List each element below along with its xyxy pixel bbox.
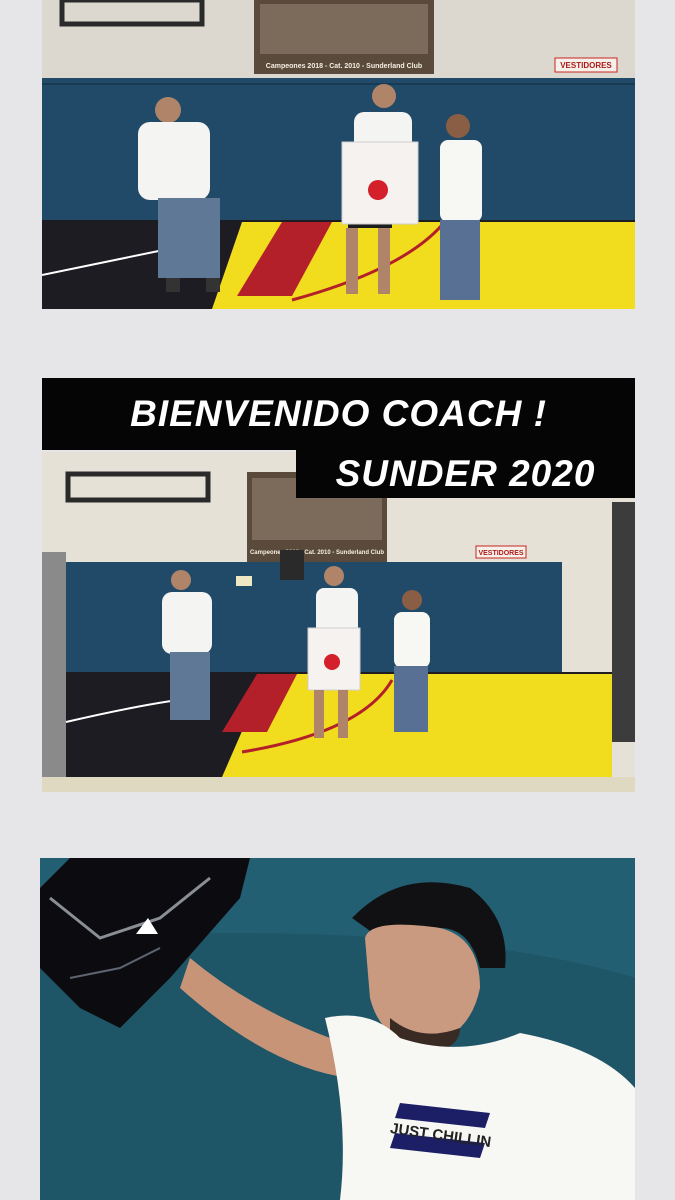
team-photo — [260, 4, 428, 54]
caption-line-2: SUNDER 2020 — [296, 450, 635, 498]
caption-line-2-text: SUNDER 2020 — [335, 453, 596, 494]
team-banner-text: Campeones 2018 - Cat. 2010 - Sunderland … — [250, 550, 384, 556]
photo-coach-welcome-stage: Campeones 2018 - Cat. 2010 - Sunderland … — [42, 0, 635, 309]
wall-padding — [42, 78, 635, 220]
caption-line-1: BIENVENIDO COACH ! — [42, 378, 635, 450]
photo-3-scene: JUST CHILLIN — [40, 858, 635, 1200]
photo-1-scene: Campeones 2018 - Cat. 2010 - Sunderland … — [42, 0, 635, 309]
locker-room-sign-text: VESTIDORES — [560, 61, 612, 70]
photo-player-closeup: JUST CHILLIN — [40, 858, 635, 1200]
person-woman — [440, 114, 482, 300]
team-banner-text: Campeones 2018 - Cat. 2010 - Sunderland … — [266, 63, 422, 70]
locker-room-sign-text: VESTIDORES — [478, 550, 523, 557]
photo-2-scene: Campeones 2018 - Cat. 2010 - Sunderland … — [42, 452, 635, 792]
photo-stage-wide: Campeones 2018 - Cat. 2010 - Sunderland … — [42, 452, 635, 792]
caption-line-1-text: BIENVENIDO COACH ! — [130, 393, 547, 434]
